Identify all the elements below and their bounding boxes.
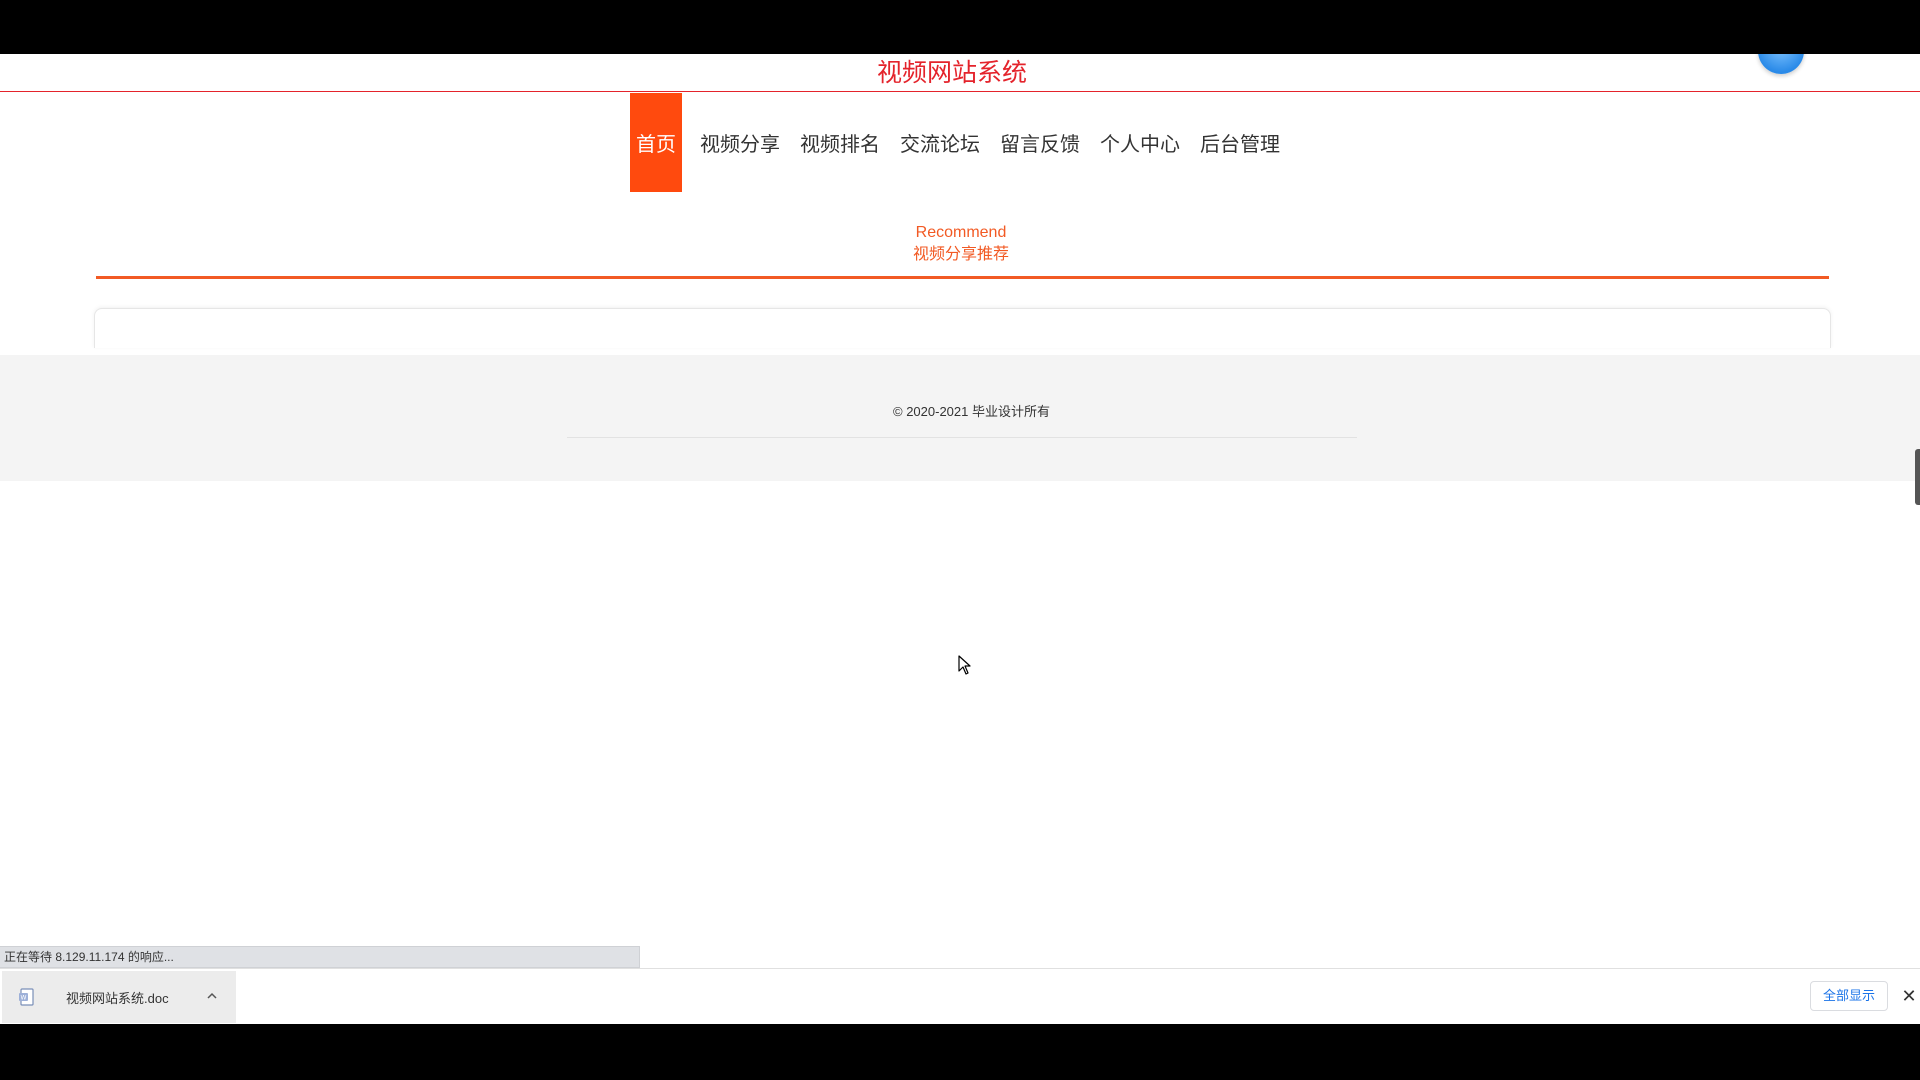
recommend-title-zh: 视频分享推荐 <box>912 246 1009 263</box>
site-header: 视频网站系统 <box>0 54 1920 92</box>
download-file-name: 视频网站系统.doc <box>66 990 169 1006</box>
download-item[interactable]: W 视频网站系统.doc <box>2 971 236 1023</box>
chevron-up-icon[interactable] <box>205 989 219 1003</box>
site-title: 视频网站系统 <box>876 59 1027 87</box>
site-footer: © 2020-2021 毕业设计所有 <box>0 355 1920 481</box>
nav-item-admin[interactable]: 后台管理 <box>1190 93 1290 192</box>
mouse-cursor-icon <box>958 655 971 675</box>
recommend-content-card <box>94 308 1831 348</box>
nav-item-forum[interactable]: 交流论坛 <box>890 93 990 192</box>
browser-viewport: 视频网站系统 首页 视频分享 视频排名 交流论坛 留言反馈 个人中心 后台管理 … <box>0 54 1920 1024</box>
nav-item-personal-center[interactable]: 个人中心 <box>1090 93 1190 192</box>
section-divider <box>96 276 1829 279</box>
footer-divider <box>567 437 1357 438</box>
nav-item-feedback[interactable]: 留言反馈 <box>990 93 1090 192</box>
letterbox-bottom <box>0 1024 1920 1080</box>
main-nav: 首页 视频分享 视频排名 交流论坛 留言反馈 个人中心 后台管理 <box>630 93 1290 192</box>
show-all-downloads-button[interactable]: 全部显示 <box>1810 981 1888 1011</box>
recommend-section-title: Recommend 视频分享推荐 <box>0 222 1920 266</box>
download-bar: W 视频网站系统.doc 全部显示 ✕ <box>0 968 1920 1024</box>
side-scroll-tab[interactable] <box>1915 449 1920 505</box>
close-icon[interactable]: ✕ <box>1898 985 1920 1007</box>
nav-item-home[interactable]: 首页 <box>630 93 682 192</box>
browser-status-bar: 正在等待 8.129.11.174 的响应... <box>0 946 640 968</box>
nav-item-video-share[interactable]: 视频分享 <box>690 93 790 192</box>
copyright-text: © 2020-2021 毕业设计所有 <box>893 404 1050 419</box>
recommend-title-en: Recommend <box>915 224 1007 241</box>
letterbox-top <box>0 0 1920 54</box>
word-document-icon: W <box>19 988 34 1006</box>
nav-item-video-ranking[interactable]: 视频排名 <box>790 93 890 192</box>
svg-text:W: W <box>21 995 27 1002</box>
